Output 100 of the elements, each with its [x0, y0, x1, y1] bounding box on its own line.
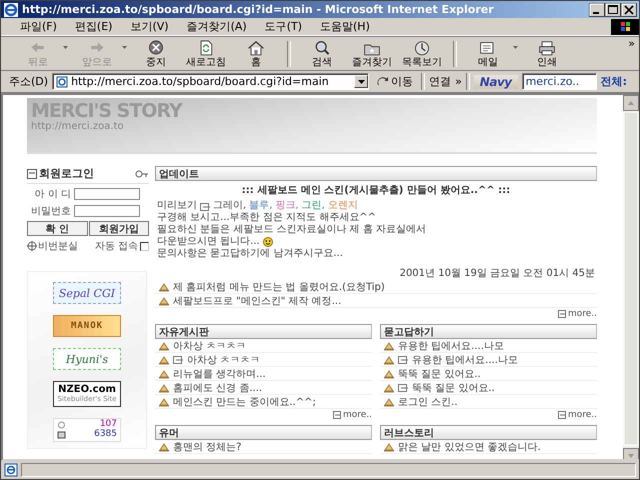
post-link[interactable]: 유용한 팁에서요....나모 [412, 352, 518, 366]
menu-item[interactable]: 파일(F) [11, 19, 66, 34]
board-header: 유머 [155, 425, 372, 440]
note-icon [558, 411, 566, 419]
go-button[interactable]: 이동 [373, 74, 418, 89]
input-field[interactable] [74, 205, 140, 217]
bullet-icon [159, 368, 169, 378]
lost-password-link[interactable]: 비번분실 [38, 239, 78, 253]
bullet-icon [159, 282, 169, 292]
cross-icon [27, 241, 37, 251]
bullet-icon [159, 340, 169, 350]
close-icon[interactable] [621, 2, 637, 16]
post-link[interactable]: 맑은 날만 있었으면 좋겠습니다. [398, 440, 541, 454]
menu-item[interactable]: 보기(V) [121, 19, 178, 34]
toolbar-logo[interactable]: Navy [474, 74, 518, 88]
go-arrow-icon [377, 76, 390, 87]
bullet-icon [159, 382, 169, 392]
post-link[interactable]: 아차상 ㅊㅋㅊㅋ [173, 338, 246, 352]
clock-icon [413, 38, 431, 56]
page-icon [4, 463, 18, 477]
note-icon [332, 411, 341, 419]
toolbar-button[interactable]: 홈 [231, 38, 281, 70]
bullet-icon [384, 340, 394, 350]
key-icon [135, 170, 149, 178]
menu-item[interactable]: 즐겨찾기(A) [178, 19, 256, 34]
bullet-icon [384, 396, 394, 406]
menu-item[interactable]: 도구(T) [256, 19, 311, 34]
post-date: 2001년 10월 19일 금요일 오전 01시 45분 [400, 268, 596, 280]
post-link[interactable]: 홍맨의 정체는? [173, 440, 242, 454]
board-header: 묻고답하기 [380, 324, 597, 339]
post-link[interactable]: 뚝뚝 질문 있어요.. [412, 380, 495, 394]
address-label: 주소(D) [9, 74, 48, 89]
printer-icon [538, 38, 556, 56]
board-header: 자유게시판 [155, 324, 372, 339]
toolbar-button[interactable]: 인쇄 [522, 38, 572, 70]
input-field[interactable] [74, 188, 140, 200]
post-link[interactable]: 아차상 ㅊㅋㅊㅋ [187, 352, 260, 366]
toolbar-overflow-button[interactable]: » [628, 37, 639, 50]
toolbar-button[interactable]: 목록보기 [397, 38, 447, 70]
note-box-icon [27, 168, 37, 178]
home-icon [247, 38, 265, 56]
toolbar-button[interactable]: 중지 [131, 38, 181, 70]
toolbar-button[interactable]: 새로고침 [181, 38, 231, 70]
windows-logo-icon [611, 18, 639, 34]
post-link[interactable]: 홈피에도 신경 좀.... [173, 380, 262, 394]
search-field[interactable]: merci.zo.. [522, 73, 597, 90]
post-link[interactable]: 리뉴얼를 생각하며... [173, 366, 266, 380]
site-banner[interactable]: MANOK [53, 315, 121, 337]
panel-header: 업데이트 [155, 166, 597, 181]
post-link[interactable]: 메인스킨 만드는 중이에요..^^; [173, 394, 316, 408]
links-overflow-button[interactable]: » [455, 75, 462, 88]
smiley-icon [262, 237, 273, 247]
maximize-icon[interactable] [605, 2, 621, 16]
site-banner[interactable]: Hyuni's [53, 348, 121, 370]
login-button[interactable]: 확 인 [27, 221, 88, 236]
post-link[interactable]: 뚝뚝 질문 있어요.. [398, 366, 481, 380]
skin-link[interactable]: 그레이, [213, 200, 246, 212]
bullet-icon [384, 382, 394, 392]
notice-text: 구경해 보시고...부족한 점은 지적도 해주세요^^ [157, 212, 376, 224]
field-label: 비밀번호 [30, 205, 71, 218]
auto-login-checkbox[interactable] [140, 242, 149, 250]
notice-text: 문의사항은 묻고답하기에 남겨주시구요... [157, 248, 343, 260]
toolbar-button[interactable]: 검색 [297, 38, 347, 70]
scrollbar[interactable] [623, 95, 639, 459]
preview-label: 미리보기 [157, 200, 197, 212]
more-link[interactable]: more.. [332, 409, 372, 420]
site-banner[interactable]: Sepal CGI [53, 282, 121, 304]
skin-link[interactable]: 블루, [249, 200, 272, 212]
bullet-icon [384, 354, 394, 364]
stop-icon [147, 38, 165, 56]
search-scope-label[interactable]: 전체: [600, 74, 627, 89]
menu-item[interactable]: 도움말(H) [311, 19, 379, 34]
login-title: 회원로그인 [39, 166, 95, 181]
post-link[interactable]: 제 홈피처럼 메뉴 만드는 법 올렸어요.(요청Tip) [173, 280, 385, 294]
headline: ::: 세팔보드 메인 스킨(게시물추출) 만들어 봤어요..^^ ::: [240, 185, 512, 197]
notice-text: 다운받으시면 됩니다... [157, 236, 260, 248]
links-label[interactable]: 연결 [429, 74, 452, 89]
site-url: http://merci.zoa.to [31, 121, 125, 132]
today-count: 107 [100, 420, 117, 430]
minimize-icon[interactable] [589, 2, 605, 16]
login-button[interactable]: 회원가입 [88, 221, 149, 236]
bullet-icon [159, 296, 169, 306]
notice-text: 필요하신 분들은 세팔보드 스킨자료실이나 제 홈 자료실에서 [157, 224, 426, 236]
post-link[interactable]: 세팔보드프로 "메인스킨" 제작 예정... [173, 294, 342, 308]
more-link[interactable]: more.. [558, 308, 597, 319]
board-header: 러브스토리 [380, 425, 597, 440]
auto-login-label: 자동 접속 [94, 240, 138, 253]
toolbar-button[interactable]: 즐겨찾기 [347, 38, 397, 70]
post-link[interactable]: 유용한 팁에서요....나모 [398, 338, 504, 352]
bullet-icon [384, 442, 394, 452]
address-field[interactable]: http://merci.zoa.to/spboard/board.cgi?id=main [52, 73, 370, 90]
bullet-icon [159, 354, 169, 364]
menu-item[interactable]: 편집(E) [66, 19, 122, 34]
more-link[interactable]: more.. [558, 409, 597, 420]
dropdown-caret-icon[interactable] [358, 80, 365, 84]
post-link[interactable]: 로그인 스킨.. [398, 394, 458, 408]
counter-icon [57, 421, 66, 439]
window-title: http://merci.zoa.to/spboard/board.cgi?id=main - Microsoft Internet Explorer [22, 3, 495, 16]
toolbar-button[interactable]: 메일 [463, 38, 513, 70]
bullet-icon [159, 396, 169, 406]
